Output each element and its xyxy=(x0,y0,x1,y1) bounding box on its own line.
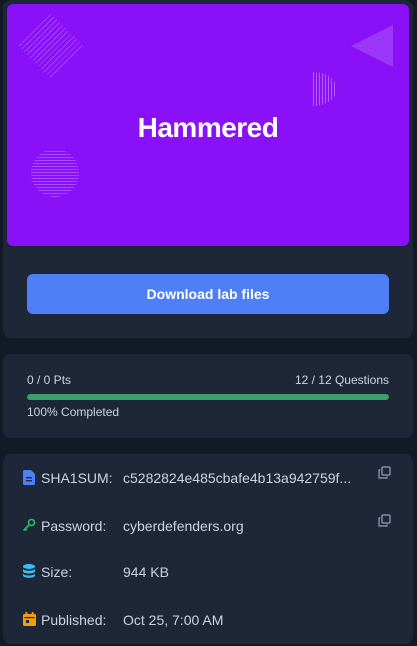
published-value: Oct 25, 7:00 AM xyxy=(123,612,224,628)
download-lab-files-button[interactable]: Download lab files xyxy=(27,274,389,314)
decorative-triangle-shape xyxy=(351,25,393,67)
key-icon xyxy=(21,517,37,533)
questions-text: 12 / 12 Questions xyxy=(294,373,389,387)
file-icon xyxy=(21,469,37,485)
sha1sum-label: SHA1SUM: xyxy=(41,470,113,486)
size-label: Size: xyxy=(41,564,73,580)
decorative-half-circle-shape xyxy=(313,72,337,106)
password-row: Password: cyberdefenders.org xyxy=(3,502,413,550)
size-value: 944 KB xyxy=(123,564,169,580)
size-row: Size: 944 KB xyxy=(3,548,413,596)
calendar-icon xyxy=(21,611,37,627)
decorative-circle-shape xyxy=(31,149,79,197)
sha1sum-row: SHA1SUM: c5282824e485cbafe4b13a942759f..… xyxy=(3,454,413,502)
password-label: Password: xyxy=(41,518,107,534)
copy-sha1sum-icon[interactable] xyxy=(378,466,392,480)
published-row: Published: Oct 25, 7:00 AM xyxy=(3,596,413,644)
lab-title: Hammered xyxy=(137,112,279,143)
progress-bar xyxy=(27,394,389,400)
published-label: Published: xyxy=(41,612,107,628)
copy-password-icon[interactable] xyxy=(378,514,392,528)
password-value: cyberdefenders.org xyxy=(123,518,244,534)
decorative-diamond-shape xyxy=(18,13,84,79)
database-icon xyxy=(21,563,37,579)
points-text: 0 / 0 Pts xyxy=(27,373,72,387)
completion-text: 100% Completed xyxy=(27,405,120,419)
progress-bar-fill xyxy=(27,394,389,400)
sha1sum-value: c5282824e485cbafe4b13a942759f... xyxy=(123,470,352,486)
lab-banner: Hammered xyxy=(7,4,409,246)
lab-header-card: Hammered Download lab files xyxy=(3,0,413,338)
lab-info-card: SHA1SUM: c5282824e485cbafe4b13a942759f..… xyxy=(3,454,413,644)
progress-card: 0 / 0 Pts 12 / 12 Questions 100% Complet… xyxy=(3,354,413,438)
